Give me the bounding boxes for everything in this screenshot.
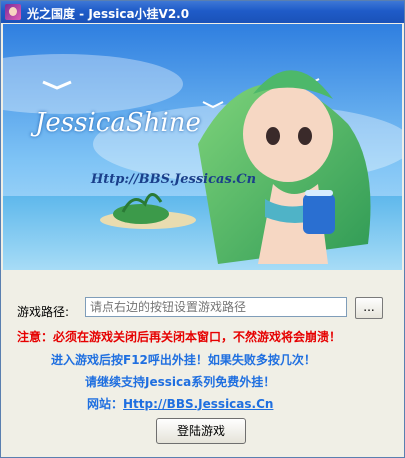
path-label: 游戏路径: bbox=[17, 305, 70, 319]
path-input[interactable] bbox=[85, 297, 347, 317]
login-game-button[interactable]: 登陆游戏 bbox=[156, 418, 246, 444]
hint-text: 进入游戏后按F12呼出外挂！如果失败多按几次！ bbox=[51, 353, 316, 367]
app-icon bbox=[5, 4, 21, 20]
banner-url-text: Http://BBS.Jessicas.Cn bbox=[91, 172, 257, 187]
banner-image: JessicaShine Http://BBS.Jessicas.Cn bbox=[3, 24, 402, 270]
warning-text: 注意：必须在游戏关闭后再关闭本窗口，不然游戏将会崩溃！ bbox=[17, 330, 342, 344]
title-bar[interactable]: 光之国度 - Jessica小挂V2.0 bbox=[1, 1, 404, 23]
banner-logo-text: JessicaShine bbox=[35, 108, 201, 138]
site-row: 网站：Http://BBS.Jessicas.Cn bbox=[87, 395, 273, 412]
window-title: 光之国度 - Jessica小挂V2.0 bbox=[27, 7, 190, 21]
support-text: 请继续支持Jessica系列免费外挂！ bbox=[85, 375, 276, 389]
site-label: 网站： bbox=[87, 397, 124, 411]
site-link[interactable]: Http://BBS.Jessicas.Cn bbox=[123, 397, 273, 411]
app-window: 光之国度 - Jessica小挂V2.0 JessicaShine Http:/… bbox=[0, 0, 405, 458]
browse-button[interactable]: ... bbox=[355, 297, 383, 319]
